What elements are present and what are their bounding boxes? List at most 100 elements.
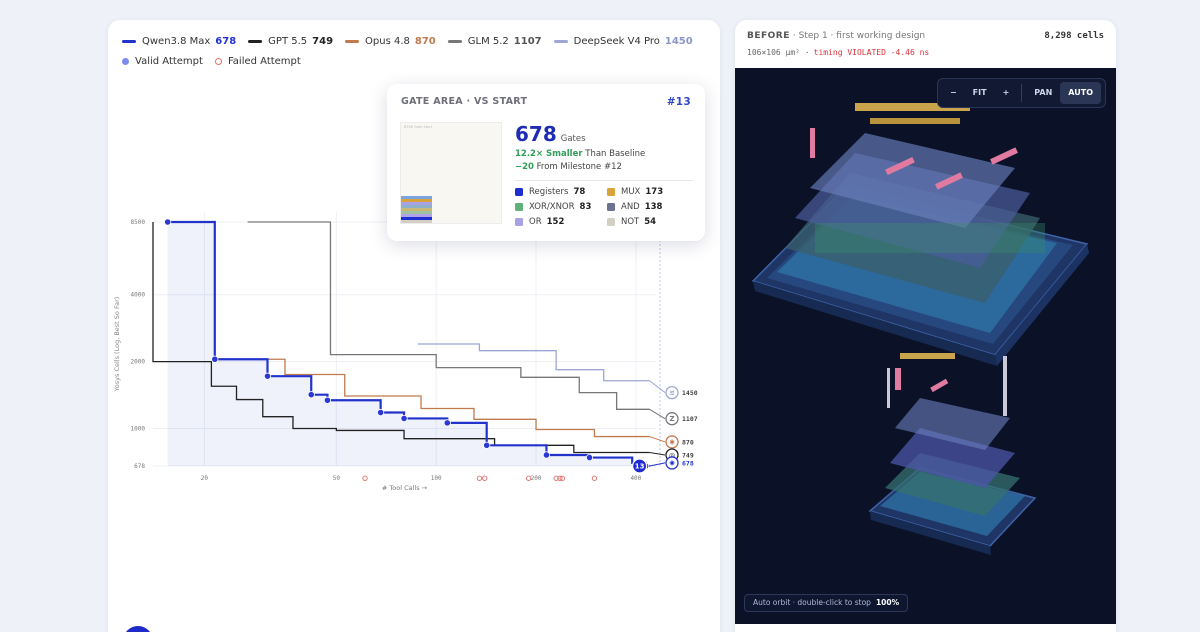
- cell-count: 8,298 cells: [1044, 31, 1104, 41]
- tooltip-header: GATE AREA · VS START #13: [401, 96, 691, 108]
- viewer-subtitle: 106×106 µm² · timing VIOLATED -4.46 ns: [747, 48, 930, 57]
- y-tick-label: 4000: [131, 292, 146, 299]
- valid-attempt-point: [323, 396, 332, 404]
- auto-orbit-status[interactable]: Auto orbit · double-click to stop 100%: [744, 594, 909, 612]
- valid-attempt-point: [443, 419, 451, 427]
- failed-attempt-ring-icon: [214, 57, 222, 65]
- breakdown-not: NOT 54: [607, 217, 691, 227]
- legend-label: GPT 5.5: [268, 35, 308, 47]
- 3d-layout-canvas[interactable]: − FIT + PAN AUTO Auto orbit · double-cli…: [735, 68, 1116, 624]
- small-chip-model: [868, 353, 1037, 555]
- legend-value: 1107: [513, 35, 542, 47]
- 3d-layout-render: [751, 103, 1089, 555]
- legend-item-valid: Valid Attempt: [122, 54, 203, 68]
- valid-attempt-dot-icon: [122, 57, 129, 65]
- valid-attempt-point: [307, 391, 315, 399]
- valid-attempt-point: [211, 355, 219, 363]
- end-value-label: 870: [682, 438, 694, 446]
- auto-button[interactable]: AUTO: [1060, 82, 1101, 104]
- legend-value: 749: [312, 35, 334, 47]
- valid-attempt-point: [377, 408, 385, 417]
- failed-attempt-point: [362, 475, 368, 481]
- tooltip-milestone: #13: [666, 96, 691, 108]
- series-line-deepseek-v4-pro: [417, 343, 650, 382]
- tooltip-title: GATE AREA · VS START: [401, 96, 528, 107]
- gate-count: 678: [515, 122, 557, 146]
- legend-item-opus[interactable]: Opus 4.8 870: [345, 34, 436, 48]
- legend-label: DeepSeek V4 Pro: [573, 35, 660, 47]
- legend-value: 1450: [664, 35, 693, 47]
- legend-item-failed: Failed Attempt: [214, 54, 301, 68]
- gate-area-stack: [401, 196, 432, 223]
- valid-attempt-point: [483, 441, 491, 449]
- gate-area-thumbnail: 8206 Gate Start: [400, 122, 502, 224]
- x-tick-label: 50: [333, 475, 341, 482]
- legend-item-gpt[interactable]: GPT 5.5 749: [248, 34, 333, 48]
- failed-attempt-point: [476, 475, 483, 481]
- layout-viewer-card: BEFORE · Step 1 · first working design 8,…: [735, 20, 1116, 632]
- step-label: · Step 1 · first working design: [792, 31, 926, 41]
- end-connector: [649, 380, 666, 394]
- orbit-value: 100%: [875, 598, 900, 607]
- end-value-label: 749: [682, 451, 694, 459]
- view-controls: − FIT + PAN AUTO: [936, 78, 1106, 108]
- legend-swatch: [122, 39, 136, 43]
- legend-label: Valid Attempt: [135, 55, 203, 67]
- x-tick-label: 20: [201, 475, 209, 482]
- chart-legend: Qwen3.8 Max 678 GPT 5.5 749 Opus 4.8 870 GL…: [122, 34, 712, 68]
- end-icon-glyph: ✱: [669, 438, 675, 446]
- end-icon-glyph: ≋: [669, 389, 675, 397]
- breakdown-mux: MUX 173: [607, 187, 691, 197]
- legend-item-deepseek[interactable]: DeepSeek V4 Pro 1450: [553, 34, 693, 48]
- x-axis-label: # Tool Calls →: [382, 484, 428, 492]
- breakdown-xor: XOR/XNOR 83: [515, 202, 607, 212]
- x-tick-label: 200: [531, 475, 542, 482]
- y-tick-label: 678: [134, 463, 145, 470]
- thumbnail-label: 8206 Gate Start: [404, 125, 433, 129]
- y-axis-label: Yosys Cells (Log, Best So Far): [113, 297, 121, 393]
- legend-item-glm[interactable]: GLM 5.2 1107: [447, 34, 542, 48]
- timing-status: timing VIOLATED -4.46 ns: [813, 48, 930, 57]
- breakdown-registers: Registers 78: [515, 187, 607, 197]
- legend-swatch: [248, 39, 263, 43]
- end-connector: [649, 451, 666, 456]
- valid-attempt-point: [400, 414, 408, 423]
- pan-button[interactable]: PAN: [1026, 82, 1060, 104]
- valid-attempt-point: [542, 451, 551, 459]
- legend-item-qwen[interactable]: Qwen3.8 Max 678: [122, 34, 236, 48]
- divider: [515, 180, 693, 181]
- legend-label: Failed Attempt: [227, 55, 301, 67]
- controls-divider: [1021, 84, 1023, 102]
- breakdown-or: OR 152: [515, 217, 607, 227]
- smaller-than-baseline: 12.2× Smaller Than Baseline: [515, 149, 646, 159]
- x-tick-label: 100: [431, 475, 442, 482]
- end-value-label: 678: [682, 459, 694, 467]
- legend-swatch: [345, 39, 360, 43]
- orbit-label: Auto orbit · double-click to stop: [753, 598, 871, 607]
- viewer-title: BEFORE · Step 1 · first working design: [747, 31, 925, 41]
- zoom-out-button[interactable]: −: [942, 82, 965, 104]
- area-label: 106×106 µm²: [747, 48, 800, 57]
- x-tick-label: 400: [630, 475, 641, 482]
- valid-attempt-point: [585, 453, 594, 462]
- end-icon-glyph: Z: [669, 415, 674, 423]
- legend-value: 870: [414, 35, 436, 47]
- failed-attempt-point: [591, 475, 598, 481]
- end-connector: [649, 436, 666, 443]
- end-connector: [649, 462, 666, 467]
- y-tick-label: 8500: [131, 219, 146, 226]
- failed-attempt-point: [482, 475, 488, 481]
- zoom-in-button[interactable]: +: [995, 82, 1018, 104]
- legend-label: Opus 4.8: [365, 35, 410, 47]
- valid-attempt-point: [164, 218, 172, 226]
- large-chip-model: [751, 103, 1089, 366]
- legend-value: 678: [215, 35, 237, 47]
- end-value-label: 1450: [682, 389, 698, 397]
- gate-area-tooltip: GATE AREA · VS START #13 8206 Gate Start…: [387, 84, 705, 241]
- legend-label: Qwen3.8 Max: [142, 35, 211, 47]
- end-icon-glyph: ✺: [669, 459, 675, 467]
- tooltip-details: 678 Gates 12.2× Smaller Than Baseline −2…: [515, 122, 693, 227]
- fit-button[interactable]: FIT: [965, 82, 995, 104]
- end-connector: [649, 408, 666, 420]
- legend-label: GLM 5.2: [467, 35, 509, 47]
